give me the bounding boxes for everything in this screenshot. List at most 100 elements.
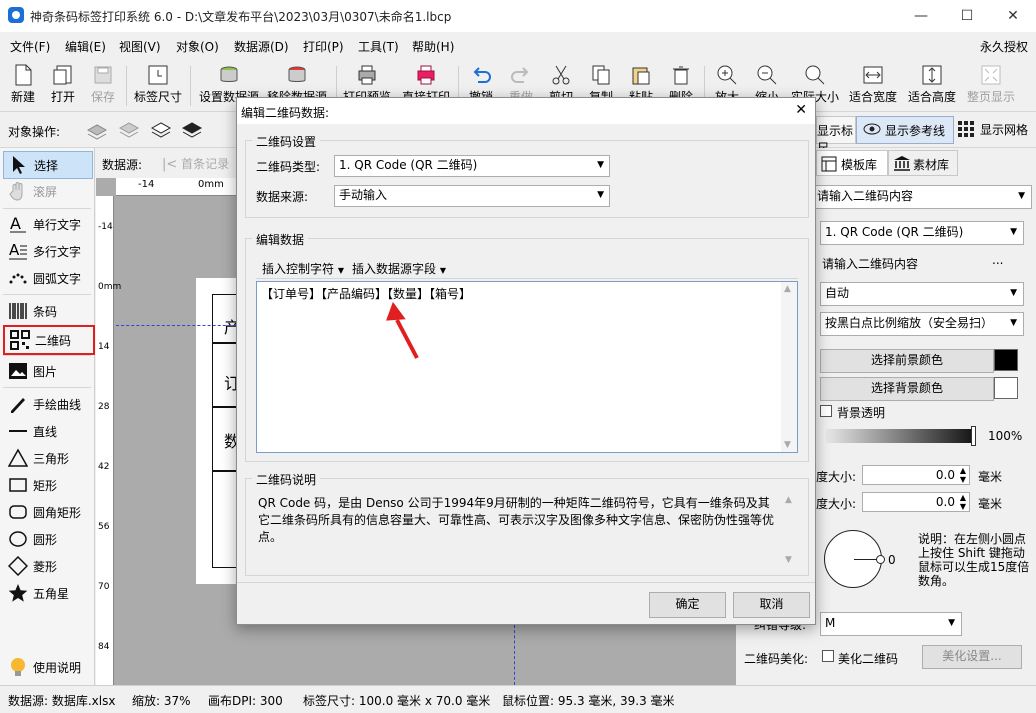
- fg-color-button[interactable]: 选择前景颜色: [820, 349, 994, 373]
- opacity-slider-thumb[interactable]: [971, 426, 976, 446]
- menu-file[interactable]: 文件(F): [10, 38, 50, 55]
- tool-qrcode-label: 二维码: [35, 333, 72, 348]
- tool-circle[interactable]: 圆形: [3, 526, 91, 552]
- rotation-handle[interactable]: [876, 555, 885, 564]
- tab-templates-label: 模板库: [841, 158, 878, 172]
- guide-line-horizontal[interactable]: [116, 325, 236, 326]
- opacity-slider[interactable]: [826, 429, 976, 443]
- tool-help[interactable]: 使用说明: [3, 654, 91, 680]
- bg-color-button[interactable]: 选择背景颜色: [820, 377, 994, 401]
- museum-icon: [893, 155, 911, 174]
- menu-datasource[interactable]: 数据源(D): [234, 38, 289, 55]
- qrcode-settings-title: 二维码设置: [252, 133, 321, 150]
- tool-arc-text[interactable]: 圆弧文字: [3, 265, 91, 291]
- desc-box: QR Code 码，是由 Denso 公司于1994年9月研制的一种矩阵二维码符…: [256, 493, 798, 567]
- tool-rect[interactable]: 矩形: [3, 472, 91, 498]
- tool-star[interactable]: 五角星: [3, 580, 91, 606]
- ok-button[interactable]: 确定: [649, 592, 726, 618]
- code-type-value: 1. QR Code (QR 二维码): [825, 225, 964, 239]
- guide-line-vertical[interactable]: [514, 625, 515, 685]
- bg-transparent-checkbox[interactable]: [820, 405, 832, 417]
- insert-field-button[interactable]: 插入数据源字段 ▼: [352, 260, 446, 277]
- layer-down-icon[interactable]: [86, 120, 108, 143]
- encoding-select[interactable]: 自动 ▼: [820, 282, 1024, 306]
- save-button[interactable]: 保存: [86, 61, 120, 109]
- tool-triangle[interactable]: 三角形: [3, 445, 91, 471]
- tool-freehand[interactable]: 手绘曲线: [3, 391, 91, 417]
- layer-top-icon[interactable]: [181, 120, 203, 143]
- cancel-button[interactable]: 取消: [733, 592, 810, 618]
- tool-select[interactable]: 选择: [3, 151, 93, 179]
- layer-bottom-icon[interactable]: [118, 120, 140, 143]
- show-ruler-toggle[interactable]: 显示标尺: [816, 116, 856, 155]
- tool-line[interactable]: 直线: [3, 418, 91, 444]
- ruler-tick: 28: [98, 402, 110, 412]
- fit-height-button[interactable]: 适合高度: [904, 61, 960, 109]
- bg-color-swatch[interactable]: [994, 377, 1018, 399]
- print-preview-icon: [356, 64, 378, 86]
- type-label: 二维码类型:: [256, 160, 321, 174]
- edit-qrcode-dialog: 编辑二维码数据: ✕ 二维码设置 二维码类型: 1. QR Code (QR 二…: [236, 97, 816, 625]
- qrcode-type-select[interactable]: 1. QR Code (QR 二维码) ▼: [334, 155, 610, 177]
- maximize-button[interactable]: ☐: [944, 0, 990, 32]
- code-type-select[interactable]: 1. QR Code (QR 二维码) ▼: [820, 221, 1024, 245]
- tool-scroll[interactable]: 滚屏: [3, 178, 91, 204]
- tab-materials[interactable]: 素材库: [888, 150, 958, 176]
- data-textarea[interactable]: 【订单号】【产品编码】【数量】【箱号】 ▲ ▼: [256, 281, 798, 453]
- content-input[interactable]: 请输入二维码内容 ▼: [812, 185, 1032, 209]
- size-input-2[interactable]: 0.0 ▲ ▼: [862, 492, 970, 512]
- spinner-icon[interactable]: ▲ ▼: [960, 493, 966, 511]
- spinner-icon[interactable]: ▲ ▼: [960, 466, 966, 484]
- first-record-button[interactable]: |< 首条记录: [162, 155, 229, 172]
- menu-edit[interactable]: 编辑(E): [65, 38, 106, 55]
- tool-panel: 选择 滚屏 A 单行文字 A 多行文字 圆弧文字 条码 二维码 图片 手绘曲线 …: [0, 148, 95, 685]
- layer-up-icon[interactable]: [150, 120, 172, 143]
- fg-color-swatch[interactable]: [994, 349, 1018, 371]
- fit-width-button[interactable]: 适合宽度: [846, 61, 900, 109]
- scroll-down-icon: ▼: [785, 555, 792, 565]
- fit-width-label: 适合宽度: [848, 90, 897, 104]
- show-grid-toggle[interactable]: 显示网格: [956, 116, 1034, 142]
- menu-tools[interactable]: 工具(T): [358, 38, 399, 55]
- fit-height-icon: [921, 64, 943, 86]
- tool-arc-text-label: 圆弧文字: [33, 271, 82, 286]
- open-file-icon: [52, 64, 74, 86]
- menu-print[interactable]: 打印(P): [303, 38, 344, 55]
- close-button[interactable]: ✕: [990, 0, 1036, 32]
- label-size-button[interactable]: 标签尺寸: [132, 61, 184, 109]
- desc-scrollbar[interactable]: ▲ ▼: [782, 493, 798, 567]
- beautify-checkbox[interactable]: [822, 650, 834, 662]
- tool-single-text[interactable]: A 单行文字: [3, 211, 91, 237]
- minimize-button[interactable]: —: [898, 0, 944, 32]
- open-button[interactable]: 打开: [46, 61, 80, 109]
- tool-line-label: 直线: [33, 424, 58, 439]
- ecc-select[interactable]: M ▼: [820, 612, 962, 636]
- rotation-dial[interactable]: [824, 530, 885, 588]
- triangle-icon: [7, 447, 29, 469]
- scaling-select[interactable]: 按黑白点比例缩放（安全易扫） ▼: [820, 312, 1024, 336]
- tab-templates[interactable]: 模板库: [816, 150, 888, 176]
- menu-view[interactable]: 视图(V): [119, 38, 161, 55]
- textarea-scrollbar[interactable]: ▲ ▼: [781, 282, 797, 452]
- whole-page-button[interactable]: 整页显示: [964, 61, 1018, 109]
- tool-multi-text[interactable]: A 多行文字: [3, 238, 91, 264]
- new-button[interactable]: 新建: [6, 61, 40, 109]
- menu-object[interactable]: 对象(O): [176, 38, 219, 55]
- beautify-settings-button[interactable]: 美化设置...: [922, 645, 1022, 669]
- tool-round-rect[interactable]: 圆角矩形: [3, 499, 91, 525]
- size-input-1[interactable]: 0.0 ▲ ▼: [862, 465, 970, 485]
- tool-qrcode[interactable]: 二维码: [3, 325, 95, 355]
- show-guides-toggle[interactable]: 显示参考线: [856, 116, 954, 144]
- whole-page-label: 整页显示: [966, 90, 1015, 104]
- dialog-close-button[interactable]: ✕: [795, 102, 807, 118]
- content-edit-button[interactable]: ...: [992, 253, 1003, 267]
- data-source-select[interactable]: 手动输入 ▼: [334, 185, 610, 207]
- tool-diamond[interactable]: 菱形: [3, 553, 91, 579]
- status-datasource: 数据源: 数据库.xlsx: [8, 694, 116, 708]
- line-icon: [7, 420, 29, 442]
- tool-barcode[interactable]: 条码: [3, 298, 91, 324]
- undo-icon: [470, 64, 492, 86]
- menu-help[interactable]: 帮助(H): [412, 38, 454, 55]
- tool-image[interactable]: 图片: [3, 358, 91, 384]
- insert-control-char-button[interactable]: 插入控制字符 ▼: [262, 260, 344, 277]
